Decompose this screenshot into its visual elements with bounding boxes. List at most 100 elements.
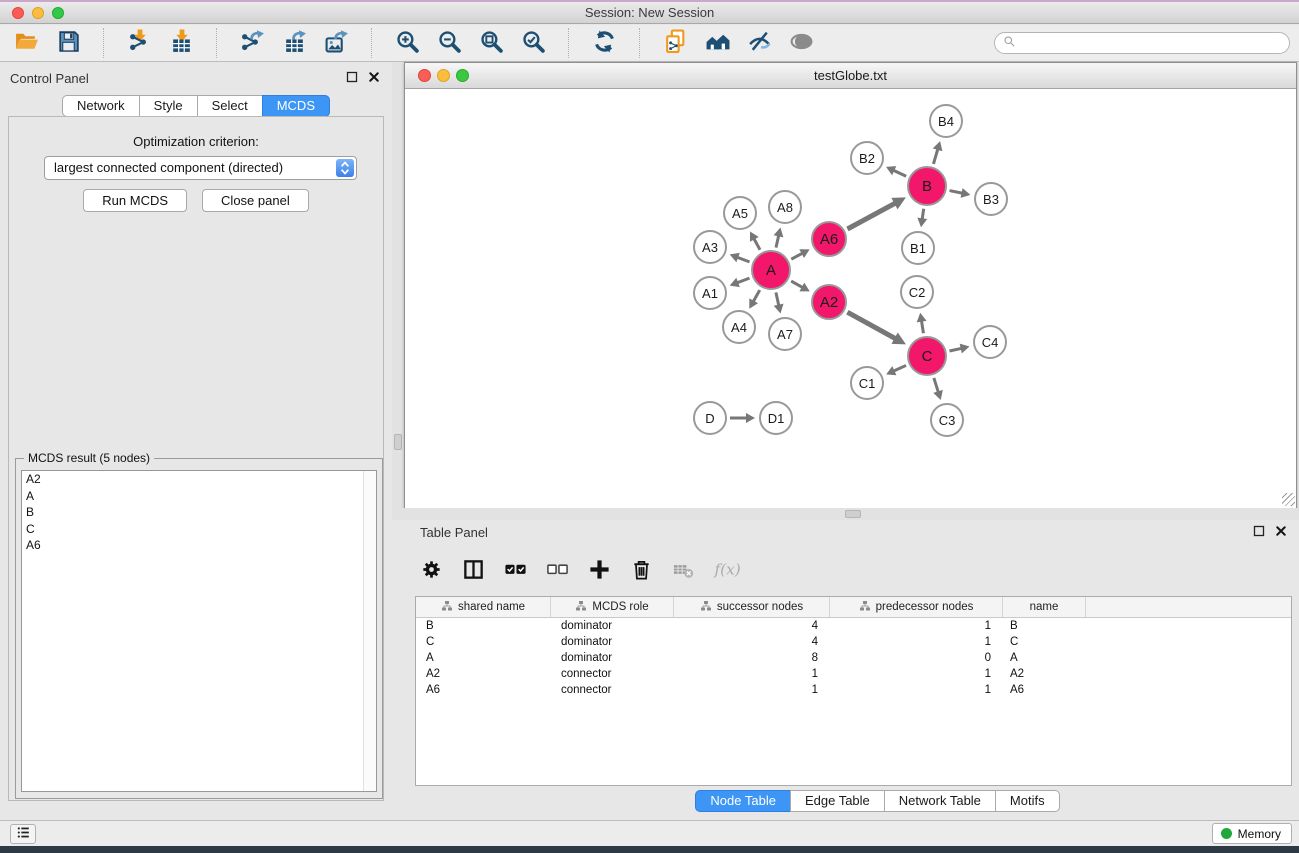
splitter-grip[interactable] — [845, 510, 861, 518]
graph-node-A6[interactable]: A6 — [811, 221, 847, 257]
graph-node-D[interactable]: D — [693, 401, 727, 435]
save-session-button[interactable] — [52, 27, 84, 59]
graph-node-B4[interactable]: B4 — [929, 104, 963, 138]
tab-node-table[interactable]: Node Table — [695, 790, 791, 812]
zoom-fit-button[interactable] — [475, 27, 507, 59]
cell-successor-nodes[interactable]: 4 — [674, 618, 830, 634]
graph-edge-C-C3[interactable] — [933, 378, 943, 400]
delete-table-button[interactable] — [668, 556, 698, 586]
graph-edge-D-D1[interactable] — [730, 413, 755, 423]
close-panel-button[interactable]: Close panel — [202, 189, 309, 212]
graph-edge-A-A6[interactable] — [791, 249, 809, 259]
cell-predecessor-nodes[interactable]: 1 — [830, 682, 1003, 698]
cell-mcds-role[interactable]: dominator — [551, 650, 674, 666]
graph-node-C[interactable]: C — [907, 336, 947, 376]
column-header-successor-nodes[interactable]: successor nodes — [674, 597, 830, 617]
close-panel-icon[interactable] — [1275, 525, 1287, 540]
graph-node-B1[interactable]: B1 — [901, 231, 935, 265]
import-table-button[interactable] — [165, 27, 197, 59]
cell-predecessor-nodes[interactable]: 0 — [830, 650, 1003, 666]
cell-filler[interactable] — [1086, 634, 1291, 650]
hide-graphics-button[interactable] — [743, 27, 775, 59]
cell-name[interactable]: A6 — [1003, 682, 1086, 698]
cell-successor-nodes[interactable]: 8 — [674, 650, 830, 666]
cell-shared-name[interactable]: C — [416, 634, 551, 650]
graph-node-A[interactable]: A — [751, 250, 791, 290]
graph-node-D1[interactable]: D1 — [759, 401, 793, 435]
delete-column-button[interactable] — [626, 556, 656, 586]
open-file-button[interactable] — [10, 27, 42, 59]
cell-name[interactable]: A2 — [1003, 666, 1086, 682]
graph-edge-C-C4[interactable] — [949, 344, 969, 354]
vertical-splitter[interactable] — [392, 62, 404, 508]
column-visibility-button[interactable] — [458, 556, 488, 586]
graph-node-C2[interactable]: C2 — [900, 275, 934, 309]
graph-edge-A-A3[interactable] — [730, 253, 750, 262]
graph-edge-C-C1[interactable] — [886, 365, 906, 375]
tab-select[interactable]: Select — [197, 95, 263, 117]
memory-button[interactable]: Memory — [1212, 823, 1292, 844]
column-header-name[interactable]: name — [1003, 597, 1086, 617]
cell-predecessor-nodes[interactable]: 1 — [830, 634, 1003, 650]
graph-node-C3[interactable]: C3 — [930, 403, 964, 437]
graph-node-A8[interactable]: A8 — [768, 190, 802, 224]
graph-edge-B-B3[interactable] — [950, 188, 971, 198]
table-row[interactable]: A6connector11A6 — [416, 682, 1291, 698]
column-header-predecessor-nodes[interactable]: predecessor nodes — [830, 597, 1003, 617]
cell-successor-nodes[interactable]: 4 — [674, 634, 830, 650]
cell-successor-nodes[interactable]: 1 — [674, 682, 830, 698]
export-table-button[interactable] — [278, 27, 310, 59]
cell-filler[interactable] — [1086, 618, 1291, 634]
zoom-selected-button[interactable] — [517, 27, 549, 59]
cell-mcds-role[interactable]: connector — [551, 666, 674, 682]
table-row[interactable]: Adominator80A — [416, 650, 1291, 666]
mcds-result-item[interactable]: B — [22, 504, 376, 521]
mcds-result-item[interactable]: A2 — [22, 471, 376, 488]
tab-network-table[interactable]: Network Table — [884, 790, 996, 812]
graph-edge-A-A5[interactable] — [750, 231, 760, 249]
graph-node-A2[interactable]: A2 — [811, 284, 847, 320]
float-panel-icon[interactable] — [346, 71, 358, 86]
graph-edge-A-A2[interactable] — [791, 281, 810, 291]
cell-successor-nodes[interactable]: 1 — [674, 666, 830, 682]
cell-mcds-role[interactable]: dominator — [551, 618, 674, 634]
graph-node-B[interactable]: B — [907, 166, 947, 206]
graph-edge-B-B4[interactable] — [933, 141, 943, 164]
search-input[interactable] — [1022, 36, 1281, 50]
select-all-button[interactable] — [500, 556, 530, 586]
column-header-mcds-role[interactable]: MCDS role — [551, 597, 674, 617]
tab-style[interactable]: Style — [139, 95, 198, 117]
tab-network[interactable]: Network — [62, 95, 140, 117]
graph-node-A4[interactable]: A4 — [722, 310, 756, 344]
deselect-all-button[interactable] — [542, 556, 572, 586]
search-field[interactable] — [994, 32, 1290, 54]
add-column-button[interactable] — [584, 556, 614, 586]
cell-shared-name[interactable]: A2 — [416, 666, 551, 682]
table-row[interactable]: A2connector11A2 — [416, 666, 1291, 682]
window-resize-grip[interactable] — [1282, 493, 1295, 506]
graph-edge-A-A1[interactable] — [730, 278, 750, 287]
cell-filler[interactable] — [1086, 650, 1291, 666]
graph-edge-A-A7[interactable] — [774, 292, 784, 313]
cell-shared-name[interactable]: A — [416, 650, 551, 666]
import-network-button[interactable] — [123, 27, 155, 59]
table-row[interactable]: Cdominator41C — [416, 634, 1291, 650]
cell-mcds-role[interactable]: dominator — [551, 634, 674, 650]
graph-node-B3[interactable]: B3 — [974, 182, 1008, 216]
graph-edge-C-C2[interactable] — [917, 313, 927, 334]
cell-mcds-role[interactable]: connector — [551, 682, 674, 698]
cell-name[interactable]: B — [1003, 618, 1086, 634]
export-image-button[interactable] — [320, 27, 352, 59]
graph-edge-B-B2[interactable] — [886, 166, 906, 176]
mcds-result-item[interactable]: A6 — [22, 537, 376, 554]
column-header-shared-name[interactable]: shared name — [416, 597, 551, 617]
tab-edge-table[interactable]: Edge Table — [790, 790, 885, 812]
graph-edge-A-A8[interactable] — [774, 227, 784, 247]
export-network-button[interactable] — [236, 27, 268, 59]
zoom-out-button[interactable] — [433, 27, 465, 59]
graph-edge-B-B1[interactable] — [917, 209, 927, 227]
result-scrollbar[interactable] — [363, 471, 376, 791]
float-panel-icon[interactable] — [1253, 525, 1265, 540]
close-panel-icon[interactable] — [368, 71, 380, 86]
refresh-button[interactable] — [588, 27, 620, 59]
